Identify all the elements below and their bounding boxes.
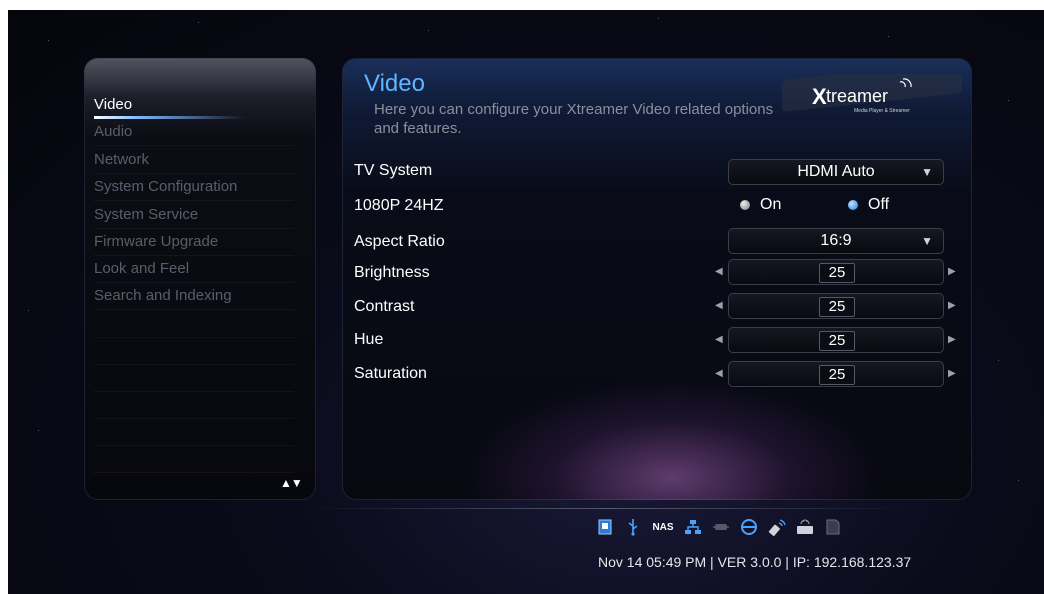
menu-divider (94, 418, 294, 419)
svg-text:Media Player & Streamer: Media Player & Streamer (854, 108, 910, 114)
contrast-slider[interactable]: 25 (728, 293, 944, 319)
saturation-label: Saturation (354, 365, 427, 382)
radio-off-label: Off (868, 196, 890, 213)
menu-item-system-service[interactable]: System Service (94, 202, 294, 229)
settings-menu-panel: Video Audio Network System Configuration… (84, 58, 316, 500)
contrast-increase-icon[interactable]: ▶ (948, 300, 956, 311)
menu-item-video[interactable]: Video (94, 92, 294, 119)
status-icons: NAS (596, 516, 842, 538)
brightness-value: 25 (819, 263, 855, 283)
menu-divider (94, 391, 294, 392)
menu-item-look-and-feel[interactable]: Look and Feel (94, 256, 294, 283)
saturation-slider[interactable]: 25 (728, 361, 944, 387)
menu-divider (94, 337, 294, 338)
menu-divider (94, 445, 294, 446)
network-icon (684, 518, 702, 536)
screen: Video Audio Network System Configuration… (8, 10, 1044, 594)
tv-system-select[interactable]: HDMI Auto ▼ (728, 159, 944, 185)
menu-divider (94, 472, 294, 473)
menu-item-firmware-upgrade[interactable]: Firmware Upgrade (94, 229, 294, 256)
dropdown-caret-icon: ▼ (921, 165, 933, 179)
menu-item-system-configuration[interactable]: System Configuration (94, 174, 294, 201)
page-title: Video (364, 70, 425, 97)
internet-icon (740, 518, 758, 536)
menu-divider (94, 364, 294, 365)
usb-icon (624, 518, 642, 536)
menu-item-search-and-indexing[interactable]: Search and Indexing (94, 283, 294, 310)
svg-text:treamer: treamer (826, 86, 888, 106)
status-bar-text: Nov 14 05:49 PM | VER 3.0.0 | IP: 192.16… (598, 554, 912, 570)
1080p-24hz-label: 1080P 24HZ (354, 197, 444, 214)
aspect-ratio-select[interactable]: 16:9 ▼ (728, 228, 944, 254)
wifi-dongle-icon (768, 518, 786, 536)
aspect-ratio-label: Aspect Ratio (354, 233, 445, 250)
contrast-label: Contrast (354, 298, 415, 315)
hue-slider[interactable]: 25 (728, 327, 944, 353)
keyboard-icon (796, 518, 814, 536)
page-subtitle: Here you can configure your Xtreamer Vid… (374, 101, 774, 137)
saturation-value: 25 (819, 365, 855, 385)
memory-card-icon (824, 518, 842, 536)
1080p-24hz-on-radio[interactable]: On (740, 196, 781, 214)
scroll-arrows-icon[interactable]: ▲▼ (280, 476, 303, 490)
saturation-increase-icon[interactable]: ▶ (948, 368, 956, 379)
svg-text:X: X (812, 84, 827, 109)
background-glow (462, 378, 882, 500)
brightness-decrease-icon[interactable]: ◀ (715, 266, 723, 277)
storage-icon (596, 518, 614, 536)
dropdown-caret-icon: ▼ (921, 234, 933, 248)
brightness-label: Brightness (354, 264, 430, 281)
hue-decrease-icon[interactable]: ◀ (715, 334, 723, 345)
aspect-ratio-value: 16:9 (820, 232, 852, 249)
xtreamer-logo: X treamer Media Player & Streamer (782, 74, 962, 114)
contrast-decrease-icon[interactable]: ◀ (715, 300, 723, 311)
saturation-decrease-icon[interactable]: ◀ (715, 368, 723, 379)
status-separator (308, 508, 908, 509)
1080p-24hz-off-radio[interactable]: Off (848, 196, 889, 214)
hue-increase-icon[interactable]: ▶ (948, 334, 956, 345)
radio-selected-icon (848, 199, 858, 210)
radio-unselected-icon (740, 199, 750, 210)
hue-label: Hue (354, 331, 384, 348)
tv-system-label: TV System (354, 162, 433, 179)
brightness-increase-icon[interactable]: ▶ (948, 266, 956, 277)
tv-system-value: HDMI Auto (797, 163, 875, 180)
radio-on-label: On (760, 196, 782, 213)
hue-value: 25 (819, 331, 855, 351)
menu-item-network[interactable]: Network (94, 147, 294, 174)
video-settings-panel: Video Here you can configure your Xtream… (342, 58, 972, 500)
nas-icon: NAS (652, 521, 674, 533)
wireless-off-icon (712, 518, 730, 536)
menu-item-audio[interactable]: Audio (94, 119, 294, 146)
brightness-slider[interactable]: 25 (728, 259, 944, 285)
contrast-value: 25 (819, 297, 855, 317)
